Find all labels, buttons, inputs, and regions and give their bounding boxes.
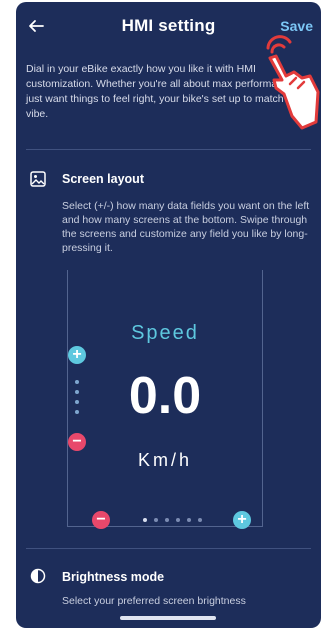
speed-label: Speed	[131, 322, 199, 344]
divider	[26, 149, 311, 150]
screen-layout-title: Screen layout	[62, 172, 144, 186]
add-screen-button[interactable]: +	[233, 511, 251, 529]
screen-layout-description: Select (+/-) how many data fields you wa…	[62, 200, 310, 254]
brightness-mode-title[interactable]: Brightness mode	[62, 570, 164, 584]
brightness-mode-description: Select your preferred screen brightness	[62, 595, 246, 607]
divider	[26, 548, 311, 549]
image-icon	[30, 171, 46, 187]
field-indicator-dot	[75, 400, 79, 404]
field-indicator-dot	[75, 390, 79, 394]
screen-indicator-dot	[165, 518, 169, 522]
screen-indicator-dot	[198, 518, 202, 522]
speed-value: 0.0	[128, 367, 202, 425]
field-indicator-dot	[75, 410, 79, 414]
screen-indicator-dot	[143, 518, 147, 522]
remove-screen-button[interactable]: −	[92, 511, 110, 529]
screen-indicator-dot	[187, 518, 191, 522]
field-indicator-dot	[75, 380, 79, 384]
screen-indicator-dot	[176, 518, 180, 522]
add-data-field-button[interactable]: +	[68, 346, 86, 364]
remove-data-field-button[interactable]: −	[68, 433, 86, 451]
screen-indicator-dot	[154, 518, 158, 522]
speed-unit: Km/h	[137, 450, 192, 470]
home-indicator	[120, 616, 216, 620]
half-circle-icon	[30, 568, 46, 584]
tap-gesture-icon	[266, 35, 320, 130]
